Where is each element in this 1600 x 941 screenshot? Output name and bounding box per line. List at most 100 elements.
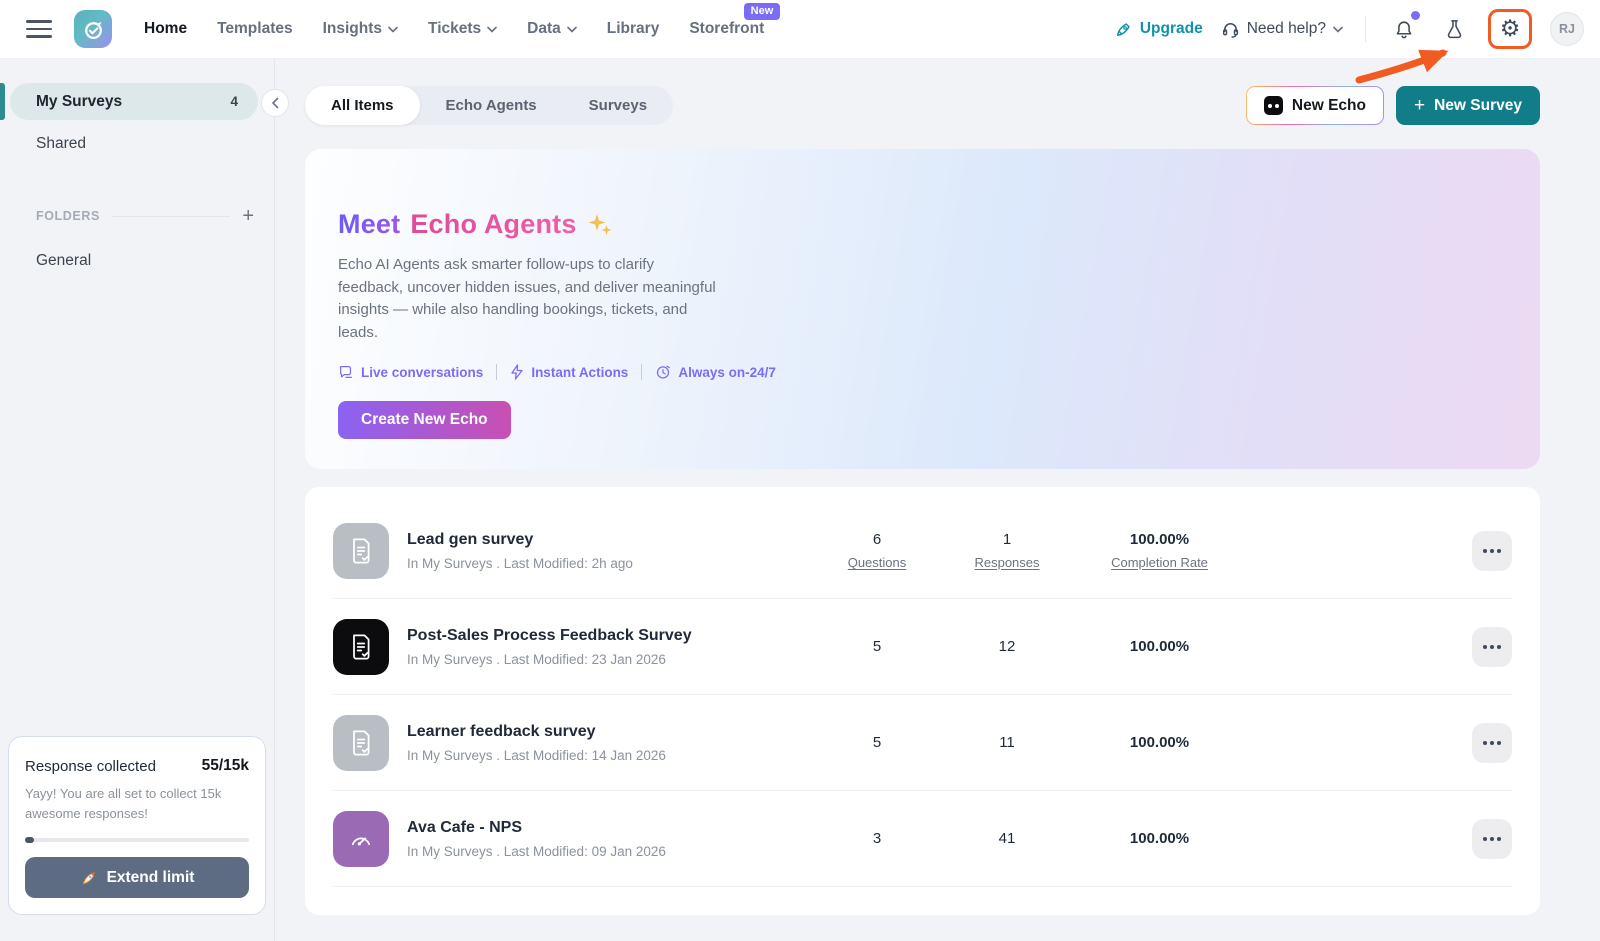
gear-icon: ⚙ — [1500, 18, 1521, 41]
tab-surveys[interactable]: Surveys — [563, 86, 673, 125]
more-icon — [1490, 837, 1494, 841]
survey-name[interactable]: Learner feedback survey — [407, 723, 812, 741]
echo-agents-banner: Meet Echo Agents Echo AI Agents ask smar… — [305, 149, 1540, 469]
surveys-list: Lead gen survey In My Surveys . Last Mod… — [305, 487, 1540, 915]
active-accent-bar — [0, 83, 5, 120]
nav-item-data[interactable]: Data — [527, 20, 577, 38]
nps-gauge-icon — [333, 811, 389, 867]
survey-row[interactable]: Learner feedback survey In My Surveys . … — [333, 695, 1512, 791]
clock-icon — [655, 364, 671, 380]
banner-features: Live conversations Instant Actions — [338, 364, 1540, 380]
chevron-down-icon — [388, 26, 398, 33]
survey-meta: In My Surveys . Last Modified: 2h ago — [407, 556, 812, 571]
sidebar-item-my-surveys[interactable]: My Surveys 4 — [10, 83, 258, 120]
questions-stat: 3 — [812, 830, 942, 847]
usage-progress-bar — [25, 838, 249, 842]
responses-stat: 12 — [942, 638, 1072, 655]
banner-title: Meet Echo Agents — [338, 209, 1540, 240]
nav-item-templates[interactable]: Templates — [217, 20, 293, 38]
responses-stat: 1 Responses — [942, 531, 1072, 570]
settings-highlight-annotation: ⚙ — [1488, 9, 1532, 49]
top-navbar: Home Templates Insights Tickets Data Lib… — [0, 0, 1600, 59]
hamburger-menu-icon[interactable] — [26, 20, 52, 38]
app-logo[interactable] — [74, 10, 112, 48]
sidebar-item-shared[interactable]: Shared — [0, 127, 274, 161]
questions-stat: 6 Questions — [812, 531, 942, 570]
row-more-button[interactable] — [1472, 627, 1512, 667]
survey-doc-icon — [333, 619, 389, 675]
new-survey-button[interactable]: + New Survey — [1396, 86, 1540, 125]
banner-description: Echo AI Agents ask smarter follow-ups to… — [338, 254, 720, 344]
nav-item-tickets[interactable]: Tickets — [428, 20, 497, 38]
survey-meta: In My Surveys . Last Modified: 09 Jan 20… — [407, 844, 812, 859]
row-more-button[interactable] — [1472, 723, 1512, 763]
questions-stat: 5 — [812, 638, 942, 655]
my-surveys-count: 4 — [230, 94, 238, 109]
responses-label[interactable]: Responses — [942, 555, 1072, 570]
response-usage-card: Response collected 55/15k Yayy! You are … — [8, 736, 266, 915]
completion-stat: 100.00% Completion Rate — [1072, 531, 1247, 570]
more-icon — [1490, 549, 1494, 553]
tab-all-items[interactable]: All Items — [305, 86, 420, 125]
questions-label[interactable]: Questions — [812, 555, 942, 570]
new-echo-button[interactable]: New Echo — [1246, 86, 1384, 125]
nav-item-library[interactable]: Library — [607, 20, 660, 38]
chat-bubble-icon — [338, 364, 354, 380]
labs-button[interactable] — [1438, 13, 1470, 45]
survey-name[interactable]: Ava Cafe - NPS — [407, 819, 812, 837]
survey-row[interactable]: Ava Cafe - NPS In My Surveys . Last Modi… — [333, 791, 1512, 887]
more-icon — [1490, 645, 1494, 649]
chevron-down-icon — [487, 26, 497, 33]
responses-stat: 41 — [942, 830, 1072, 847]
extend-limit-button[interactable]: Extend limit — [25, 857, 249, 898]
sidebar-collapse-button[interactable] — [261, 89, 289, 117]
row-more-button[interactable] — [1472, 819, 1512, 859]
survey-row[interactable]: Lead gen survey In My Surveys . Last Mod… — [333, 503, 1512, 599]
survey-name[interactable]: Post-Sales Process Feedback Survey — [407, 627, 812, 645]
lightning-icon — [510, 364, 524, 380]
notification-dot — [1411, 11, 1420, 20]
survey-doc-icon — [333, 715, 389, 771]
headset-icon — [1221, 20, 1240, 39]
feature-always-on: Always on-24/7 — [655, 364, 776, 380]
usage-message: Yayy! You are all set to collect 15k awe… — [25, 784, 249, 823]
settings-button[interactable]: ⚙ — [1497, 15, 1523, 43]
usage-value: 55/15k — [202, 757, 249, 775]
chevron-left-icon — [271, 97, 279, 109]
row-more-button[interactable] — [1472, 531, 1512, 571]
nav-item-home[interactable]: Home — [144, 20, 187, 38]
completion-label[interactable]: Completion Rate — [1072, 555, 1247, 570]
rocket-icon — [1115, 20, 1133, 38]
nav-item-storefront[interactable]: Storefront New — [689, 20, 764, 38]
more-icon — [1490, 741, 1494, 745]
sidebar-item-general[interactable]: General — [0, 252, 274, 270]
plus-icon: + — [1414, 96, 1425, 115]
flask-icon — [1444, 18, 1465, 40]
tab-echo-agents[interactable]: Echo Agents — [420, 86, 563, 125]
usage-progress-fill — [25, 837, 34, 843]
divider — [496, 364, 497, 380]
responses-stat: 11 — [942, 734, 1072, 751]
completion-stat: 100.00% — [1072, 734, 1247, 751]
survey-meta: In My Surveys . Last Modified: 14 Jan 20… — [407, 748, 812, 763]
robot-icon — [1264, 96, 1283, 115]
sparkles-icon — [587, 212, 613, 238]
divider — [112, 216, 230, 217]
folders-section-label: FOLDERS — [36, 209, 100, 223]
survey-meta: In My Surveys . Last Modified: 23 Jan 20… — [407, 652, 812, 667]
main-content: All Items Echo Agents Surveys New Echo +… — [275, 59, 1600, 941]
completion-stat: 100.00% — [1072, 830, 1247, 847]
notifications-button[interactable] — [1388, 13, 1420, 45]
user-avatar[interactable]: RJ — [1550, 12, 1584, 46]
survey-name[interactable]: Lead gen survey — [407, 531, 812, 549]
chevron-down-icon — [567, 26, 577, 33]
sidebar: My Surveys 4 Shared FOLDERS + General Re… — [0, 59, 275, 941]
nav-item-insights[interactable]: Insights — [323, 20, 398, 38]
add-folder-button[interactable]: + — [242, 206, 254, 226]
survey-row[interactable]: Post-Sales Process Feedback Survey In My… — [333, 599, 1512, 695]
view-tabs: All Items Echo Agents Surveys — [305, 86, 673, 125]
create-new-echo-button[interactable]: Create New Echo — [338, 401, 511, 439]
upgrade-button[interactable]: Upgrade — [1115, 20, 1203, 38]
need-help-menu[interactable]: Need help? — [1221, 20, 1343, 39]
completion-stat: 100.00% — [1072, 638, 1247, 655]
